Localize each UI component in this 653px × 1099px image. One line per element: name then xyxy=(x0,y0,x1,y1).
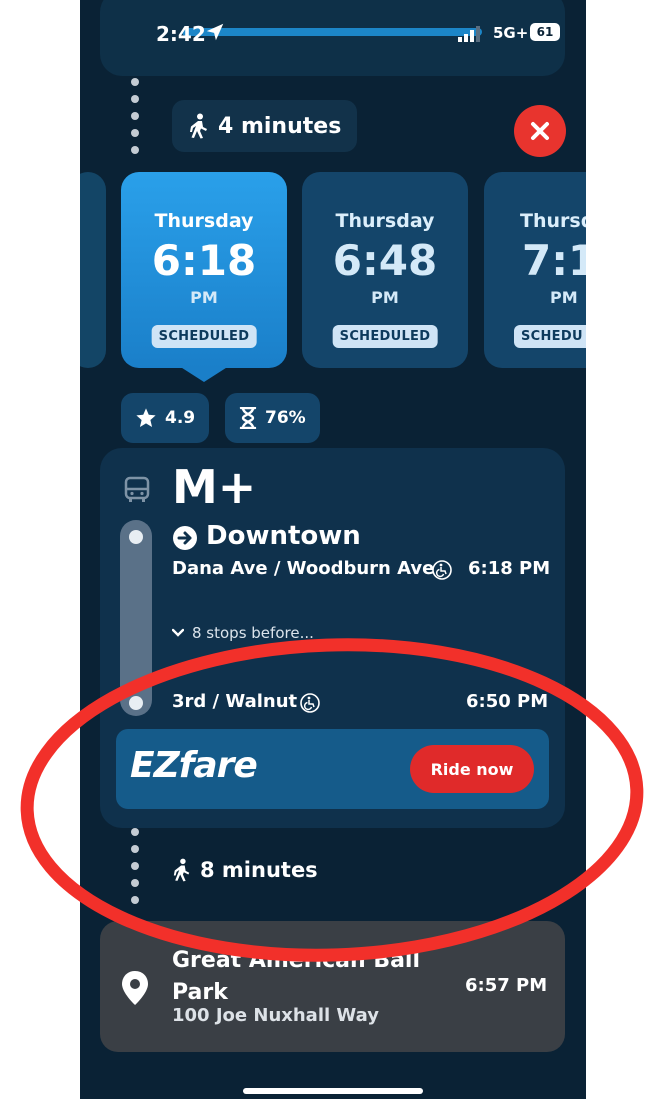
departure-day: Thursday xyxy=(335,210,435,232)
walking-person-icon xyxy=(190,113,207,139)
walk-to-destination: 8 minutes xyxy=(172,858,318,882)
wheelchair-icon xyxy=(300,693,320,713)
reliability-value: 76% xyxy=(265,408,306,428)
phone-screen: 2:42 5G+ 61 4 minutes Thursday 6:18 PM S… xyxy=(80,0,586,1099)
hourglass-icon xyxy=(239,407,257,429)
wheelchair-icon xyxy=(432,560,452,580)
walk-path-dots xyxy=(131,828,139,913)
departure-time: 7:1 xyxy=(522,236,586,285)
rating-pill[interactable]: 4.9 xyxy=(121,393,210,443)
departure-card-next[interactable]: Thursdo 7:1 PM SCHEDU xyxy=(484,172,586,368)
departure-ampm: PM xyxy=(371,288,399,307)
departure-day: Thursday xyxy=(154,210,254,232)
departure-status-badge: SCHEDULED xyxy=(332,325,438,348)
departure-status-badge: SCHEDULED xyxy=(151,325,257,348)
departure-time: 6:48 xyxy=(332,236,438,285)
battery-indicator: 61 xyxy=(530,23,560,41)
destination-stop-dot xyxy=(129,696,143,710)
status-time: 2:42 xyxy=(156,22,206,46)
departure-card[interactable]: Thursday 6:48 PM SCHEDULED xyxy=(302,172,468,368)
destination-stop-name: 3rd / Walnut xyxy=(172,691,298,712)
ezfare-logo: EZfare xyxy=(130,745,258,786)
departure-card-previous[interactable] xyxy=(80,172,106,368)
route-name: M+ xyxy=(172,460,257,514)
selection-pointer xyxy=(179,366,229,382)
arrow-right-circle-icon xyxy=(173,526,197,550)
walk-duration-label: 8 minutes xyxy=(200,858,318,882)
star-icon xyxy=(136,408,156,427)
ride-now-button[interactable]: Ride now xyxy=(410,745,534,793)
top-card: 2:42 5G+ 61 xyxy=(100,0,565,76)
destination-stop-time: 6:50 PM xyxy=(466,691,549,712)
departure-card-selected[interactable]: Thursday 6:18 PM SCHEDULED xyxy=(121,172,287,382)
progress-bar xyxy=(182,28,482,36)
departure-status-badge: SCHEDU xyxy=(514,325,586,348)
network-type: 5G+ xyxy=(493,24,529,42)
walk-duration-pill: 4 minutes xyxy=(172,100,358,152)
walk-path-dots xyxy=(131,78,139,163)
signal-icon xyxy=(458,26,480,42)
chevron-down-icon xyxy=(172,628,184,637)
stops-before-toggle[interactable]: 8 stops before... xyxy=(172,624,314,642)
walking-person-icon xyxy=(173,858,190,882)
departure-day: Thursdo xyxy=(520,210,586,232)
location-arrow-icon xyxy=(206,23,224,41)
bus-icon xyxy=(124,476,150,502)
ezfare-banner[interactable]: EZfare Ride now xyxy=(116,729,549,809)
reliability-pill[interactable]: 76% xyxy=(225,393,320,443)
departure-ampm: PM xyxy=(550,288,578,307)
arrival-time: 6:57 PM xyxy=(465,975,548,996)
destination-address: 100 Joe Nuxhall Way xyxy=(172,1005,379,1026)
location-pin-icon xyxy=(122,971,148,1005)
rating-value: 4.9 xyxy=(165,408,196,428)
close-icon xyxy=(531,122,549,140)
close-button[interactable] xyxy=(514,105,566,157)
departure-time: 6:18 xyxy=(151,236,257,285)
trip-progress-rail xyxy=(120,520,152,716)
stops-before-label: 8 stops before... xyxy=(192,624,314,642)
route-direction: Downtown xyxy=(206,521,361,551)
departure-ampm: PM xyxy=(190,288,218,307)
origin-stop-name: Dana Ave / Woodburn Ave xyxy=(172,558,435,579)
home-indicator[interactable] xyxy=(243,1088,423,1094)
destination-name: Great American Ball Park xyxy=(172,948,421,1005)
walk-duration-label: 4 minutes xyxy=(218,113,342,139)
origin-stop-dot xyxy=(129,530,143,544)
origin-stop-time: 6:18 PM xyxy=(468,558,551,579)
